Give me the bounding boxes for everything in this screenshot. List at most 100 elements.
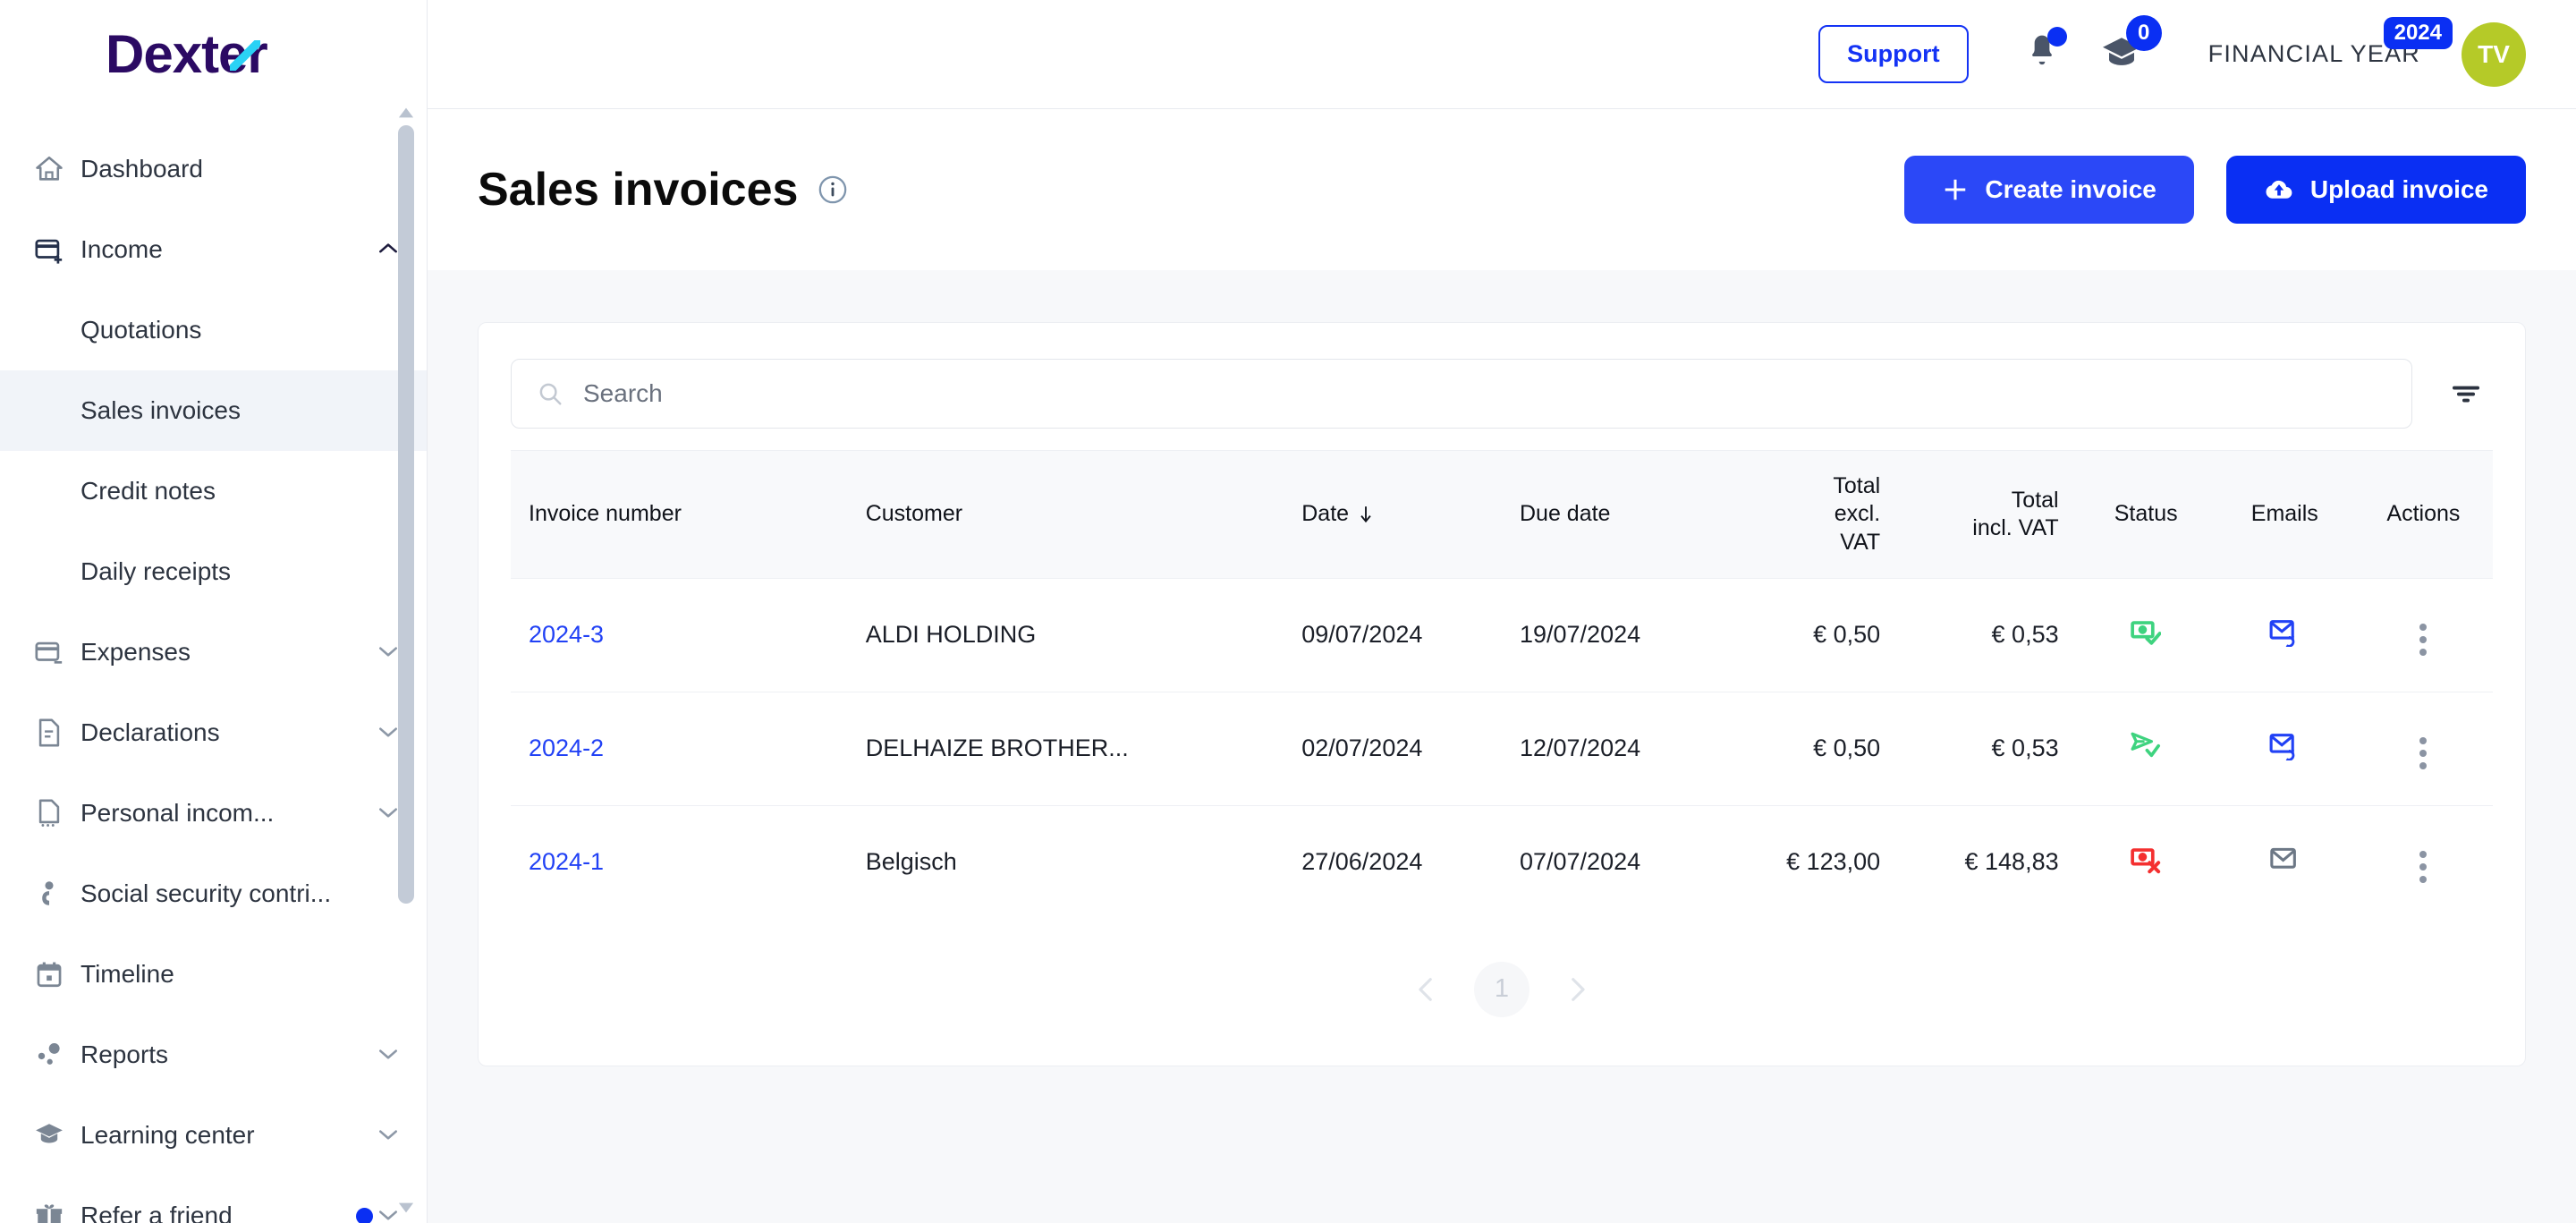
table-row[interactable]: 2024-1 Belgisch 27/06/2024 07/07/2024 € 123,… (511, 805, 2493, 919)
status-money-check-icon[interactable] (2131, 616, 2162, 647)
notifications-button[interactable] (2024, 27, 2067, 76)
sidebar-item-personal-incom[interactable]: Personal incom... (0, 773, 427, 854)
sidebar-item-label: Reports (80, 1040, 169, 1068)
cell-invoice-number: 2024-1 (511, 805, 848, 919)
chevron-down-icon[interactable] (377, 802, 400, 825)
cell-invoice-number: 2024-2 (511, 692, 848, 806)
status-send-check-icon[interactable] (2131, 730, 2161, 760)
column-date[interactable]: Date (1284, 450, 1502, 579)
cell-status (2076, 692, 2216, 806)
sidebar-item-income[interactable]: Income (0, 209, 427, 290)
emails-button[interactable] (2269, 844, 2300, 874)
cell-emails (2215, 578, 2354, 692)
emails-button[interactable] (2269, 730, 2300, 761)
kebab-menu-icon[interactable] (2414, 732, 2432, 775)
sidebar-item-label: Timeline (80, 960, 174, 988)
search-icon (539, 383, 562, 405)
sidebar-item-quotations[interactable]: Quotations (0, 290, 427, 370)
cell-actions (2353, 692, 2493, 806)
financial-year-badge: 2024 (2383, 17, 2453, 49)
create-invoice-button[interactable]: Create invoice (1904, 156, 2194, 224)
envelope-sync-icon (2269, 734, 2295, 761)
dots-chart-icon (38, 1042, 60, 1065)
chevron-down-icon[interactable] (377, 1124, 400, 1147)
cell-emails (2215, 692, 2354, 806)
sidebar-item-label: Expenses (80, 638, 191, 666)
kebab-menu-icon[interactable] (2414, 618, 2432, 661)
status-money-cross-icon[interactable] (2131, 844, 2161, 874)
sidebar-item-dashboard[interactable]: Dashboard (0, 129, 427, 209)
send-check-icon (2131, 732, 2161, 758)
sidebar-item-label: Learning center (80, 1121, 255, 1149)
document-icon (34, 798, 80, 828)
sidebar-scrollbar[interactable] (398, 106, 414, 1215)
sidebar-item-declarations[interactable]: Declarations (0, 692, 427, 773)
sidebar-item-label: Declarations (80, 718, 220, 746)
column-invoice-number[interactable]: Invoice number (511, 450, 848, 579)
column-due-date[interactable]: Due date (1501, 450, 1720, 579)
column-date-label: Date (1301, 501, 1350, 527)
card-minus-icon (35, 641, 63, 664)
cell-date: 02/07/2024 (1284, 692, 1502, 806)
filter-button[interactable] (2439, 367, 2493, 420)
sidebar-item-refer-a-friend[interactable]: Refer a friend (0, 1176, 427, 1223)
pagination-next-button[interactable] (1562, 974, 1592, 1005)
info-icon[interactable] (818, 174, 848, 205)
sidebar-item-learning-center[interactable]: Learning center (0, 1095, 427, 1176)
learning-center-button[interactable]: 0 (2101, 15, 2162, 75)
invoice-number-link[interactable]: 2024-1 (529, 848, 604, 875)
column-total-excl-vat[interactable]: Total excl. VAT (1719, 450, 1899, 579)
emails-button[interactable] (2269, 616, 2300, 648)
sidebar-item-expenses[interactable]: Expenses (0, 612, 427, 692)
column-customer[interactable]: Customer (847, 450, 1284, 579)
column-status[interactable]: Status (2076, 450, 2216, 579)
cell-total-excl-vat: € 0,50 (1719, 692, 1899, 806)
filter-icon (2453, 386, 2479, 403)
scroll-up-arrow-icon[interactable] (398, 106, 414, 120)
chevron-up-icon[interactable] (377, 238, 400, 261)
sidebar-item-label: Dashboard (80, 155, 203, 183)
upload-invoice-button[interactable]: Upload invoice (2225, 156, 2526, 224)
chevron-down-icon[interactable] (377, 1043, 400, 1066)
scroll-down-arrow-icon[interactable] (398, 1201, 414, 1215)
table-header: Invoice number Customer Date Due date To… (511, 450, 2493, 579)
table-row[interactable]: 2024-3 ALDI HOLDING 09/07/2024 19/07/2024 € … (511, 578, 2493, 692)
table-row[interactable]: 2024-2 DELHAIZE BROTHER... 02/07/2024 12/07… (511, 692, 2493, 806)
sidebar-item-sales-invoices[interactable]: Sales invoices (0, 370, 427, 451)
plus-icon (1945, 179, 1966, 200)
app-root: Dexter Dashboard Income Quotations Sales in… (0, 0, 2576, 1223)
sidebar-item-social-security-contri[interactable]: Social security contri... (0, 854, 427, 934)
scrollbar-thumb[interactable] (398, 125, 414, 904)
support-button[interactable]: Support (1818, 25, 1969, 83)
invoice-number-link[interactable]: 2024-3 (529, 621, 604, 648)
brand-logo[interactable]: Dexter (0, 0, 427, 109)
card-minus-icon (34, 637, 80, 667)
pagination-prev-button[interactable] (1411, 974, 1442, 1005)
financial-year-selector[interactable]: FINANCIAL YEAR 2024 (2208, 17, 2453, 68)
cell-emails (2216, 805, 2354, 919)
kebab-menu-icon[interactable] (2414, 845, 2432, 888)
chevron-down-icon[interactable] (377, 1204, 400, 1223)
invoice-number-link[interactable]: 2024-2 (529, 735, 604, 761)
sidebar-item-daily-receipts[interactable]: Daily receipts (0, 531, 427, 612)
chevron-down-icon[interactable] (377, 721, 400, 744)
cell-actions (2353, 578, 2493, 692)
cell-due-date: 19/07/2024 (1501, 578, 1720, 692)
sidebar-item-credit-notes[interactable]: Credit notes (0, 451, 427, 531)
sidebar-item-reports[interactable]: Reports (0, 1015, 427, 1095)
cell-due-date: 07/07/2024 (1519, 848, 1641, 876)
sidebar: Dexter Dashboard Income Quotations Sales in… (0, 0, 428, 1223)
sidebar-item-timeline[interactable]: Timeline (0, 934, 427, 1015)
chevron-down-icon[interactable] (377, 641, 400, 664)
column-emails[interactable]: Emails (2215, 450, 2354, 579)
envelope-sync-icon (2269, 620, 2295, 648)
cell-customer: Belgisch (865, 848, 957, 876)
person-icon (42, 881, 54, 905)
sidebar-item-label: Sales invoices (80, 396, 241, 424)
column-total-incl-vat[interactable]: Total incl. VAT (1898, 450, 2077, 579)
page-header: Sales invoices Create invoice Upload inv… (428, 109, 2576, 270)
avatar[interactable]: TV (2462, 21, 2526, 87)
pagination-page-1[interactable]: 1 (1474, 961, 1530, 1017)
search-box[interactable] (511, 359, 2412, 429)
search-input[interactable] (583, 379, 2386, 408)
